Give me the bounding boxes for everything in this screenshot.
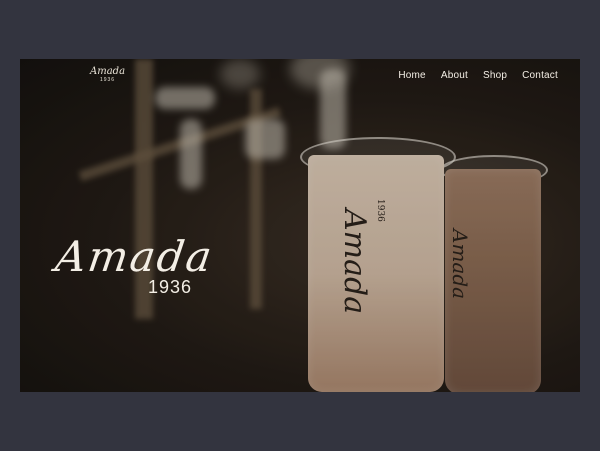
nav-about-link[interactable]: About (441, 70, 468, 81)
nav-shop-link[interactable]: Shop (483, 70, 507, 81)
main-nav: Home About Shop Contact (398, 70, 558, 81)
hero-logo-year: 1936 (148, 277, 193, 297)
hero-logo: Amada 1936 (52, 232, 217, 297)
header-logo-year: 1936 (99, 77, 116, 83)
nav-home-link[interactable]: Home (398, 70, 425, 81)
nav-contact-link[interactable]: Contact (522, 70, 558, 81)
hero-logo-script: Amada (52, 232, 217, 281)
header-logo[interactable]: Amada 1936 (90, 66, 126, 84)
dark-overlay (20, 59, 580, 392)
hero-section: Amada Amada 1936 Amada 1936 Home About S… (20, 59, 580, 392)
header-logo-script: Amada (90, 66, 126, 77)
